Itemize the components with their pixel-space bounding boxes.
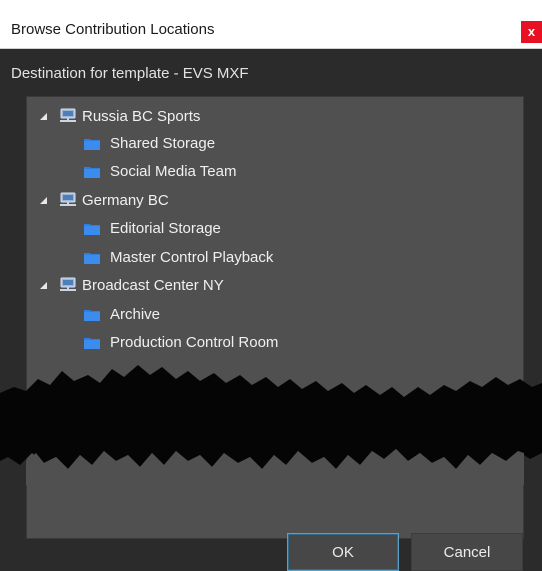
tree-server-label: Russia BC Sports — [82, 107, 201, 125]
tree-folder-label: Production Control Room — [110, 333, 279, 351]
tree-server-germany-bc[interactable]: Germany BC — [38, 188, 169, 212]
tree-folder-label: Shared Storage — [110, 134, 216, 152]
tree-folder-label: Social Media Team — [110, 162, 237, 180]
tree-folder-production-control-room[interactable]: Production Control Room — [84, 330, 278, 354]
folder-icon — [84, 165, 100, 178]
tree-folder-label: Master Control Playback — [110, 248, 274, 266]
tree-server-label: Broadcast Center NY — [82, 276, 224, 294]
close-button[interactable]: x — [521, 21, 542, 43]
tree-folder-label: Editorial Storage — [110, 219, 221, 237]
cancel-button[interactable]: Cancel — [411, 533, 523, 571]
expand-arrow-icon[interactable] — [38, 280, 48, 290]
tree-server-russia-bc-sports[interactable]: Russia BC Sports — [38, 104, 200, 128]
tree-folder-label: Archive — [110, 305, 161, 323]
folder-icon — [84, 308, 100, 321]
folder-icon — [84, 137, 100, 150]
tree-server-label: Germany BC — [82, 191, 169, 209]
folder-icon — [84, 251, 100, 264]
tree-server-broadcast-center-ny[interactable]: Broadcast Center NY — [38, 273, 224, 297]
folder-icon — [84, 222, 100, 235]
window-title: Browse Contribution Locations — [11, 21, 215, 38]
expand-arrow-icon[interactable] — [38, 195, 48, 205]
server-icon — [59, 192, 77, 209]
expand-arrow-icon[interactable] — [38, 111, 48, 121]
folder-icon — [84, 336, 100, 349]
dialog-body: Destination for template - EVS MXF Russi… — [0, 49, 542, 571]
tree-folder-shared-storage[interactable]: Shared Storage — [84, 131, 215, 155]
server-icon — [59, 108, 77, 125]
server-icon — [59, 277, 77, 294]
tree-folder-archive[interactable]: Archive — [84, 302, 160, 326]
ok-button[interactable]: OK — [287, 533, 399, 571]
tree-folder-social-media-team[interactable]: Social Media Team — [84, 159, 236, 183]
tree-folder-master-control-playback[interactable]: Master Control Playback — [84, 245, 273, 269]
destination-label: Destination for template - EVS MXF — [11, 65, 249, 82]
tree-folder-editorial-storage[interactable]: Editorial Storage — [84, 216, 221, 240]
title-bar: Browse Contribution Locations x — [0, 0, 542, 49]
location-tree[interactable]: Russia BC Sports Shared Storage Social M… — [26, 96, 524, 539]
